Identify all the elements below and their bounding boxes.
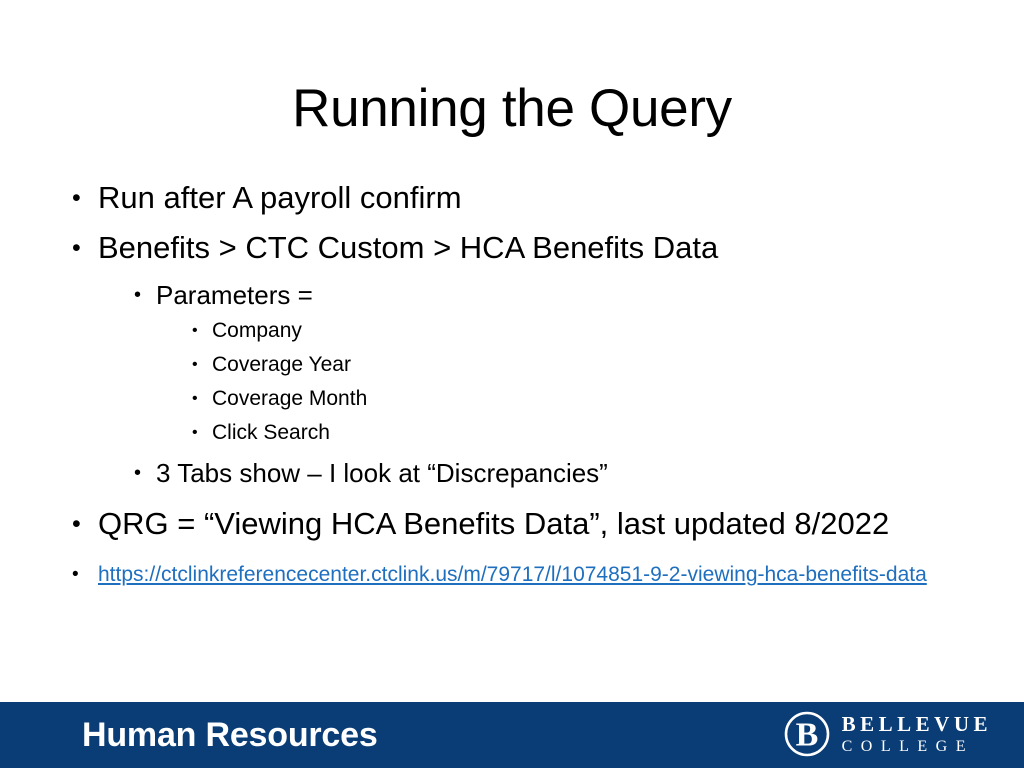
list-item-label: Coverage Month (212, 387, 368, 410)
list-item: • Company (192, 314, 952, 348)
list-item: • Coverage Year (192, 348, 952, 382)
list-item-label: Parameters = (156, 280, 313, 310)
list-item: • Click Search (192, 416, 952, 450)
bullet-icon: • (192, 356, 198, 373)
logo-wordmark-line1: BELLEVUE (841, 711, 992, 736)
footer-bar: Human Resources B BELLEVUE COLLEGE (0, 702, 1024, 768)
bullet-icon: • (72, 184, 81, 212)
bullet-icon: • (134, 284, 142, 306)
bullet-icon: • (192, 390, 198, 407)
list-item-link: • https://ctclinkreferencecenter.ctclink… (72, 560, 952, 590)
bullet-list: • Run after A payroll confirm • Benefits… (72, 176, 952, 590)
list-item: • Coverage Month (192, 382, 952, 416)
list-item-label: QRG = “Viewing HCA Benefits Data”, last … (98, 506, 890, 541)
circle-b-monogram-icon: B (784, 711, 829, 757)
list-item-label: Company (212, 319, 302, 342)
reference-link[interactable]: https://ctclinkreferencecenter.ctclink.u… (98, 563, 927, 586)
bullet-icon: • (134, 462, 142, 484)
list-item-label: 3 Tabs show – I look at “Discrepancies” (156, 458, 608, 488)
list-item: • 3 Tabs show – I look at “Discrepancies… (134, 454, 952, 492)
svg-text:B: B (795, 717, 818, 754)
list-item: • Run after A payroll confirm (72, 176, 952, 220)
bellevue-college-logo: B BELLEVUE COLLEGE (783, 710, 992, 758)
list-item-label: Coverage Year (212, 353, 351, 376)
list-item-label: Benefits > CTC Custom > HCA Benefits Dat… (98, 230, 719, 265)
footer-department-title: Human Resources (82, 716, 378, 754)
bullet-icon: • (72, 510, 81, 538)
bullet-icon: • (72, 234, 81, 262)
page-title: Running the Query (292, 79, 732, 138)
bullet-icon: • (192, 322, 198, 339)
list-item: • Benefits > CTC Custom > HCA Benefits D… (72, 226, 952, 270)
logo-wordmark: BELLEVUE COLLEGE (842, 712, 992, 757)
logo-wordmark-line2: COLLEGE (841, 737, 974, 755)
slide: Running the Query • Run after A payroll … (0, 0, 1024, 768)
list-item: • QRG = “Viewing HCA Benefits Data”, las… (72, 502, 952, 546)
list-item-label: Click Search (212, 421, 330, 444)
bullet-icon: • (192, 424, 198, 441)
list-item-label: Run after A payroll confirm (98, 180, 462, 215)
bullet-icon: • (72, 564, 79, 585)
list-item: • Parameters = (134, 276, 952, 314)
